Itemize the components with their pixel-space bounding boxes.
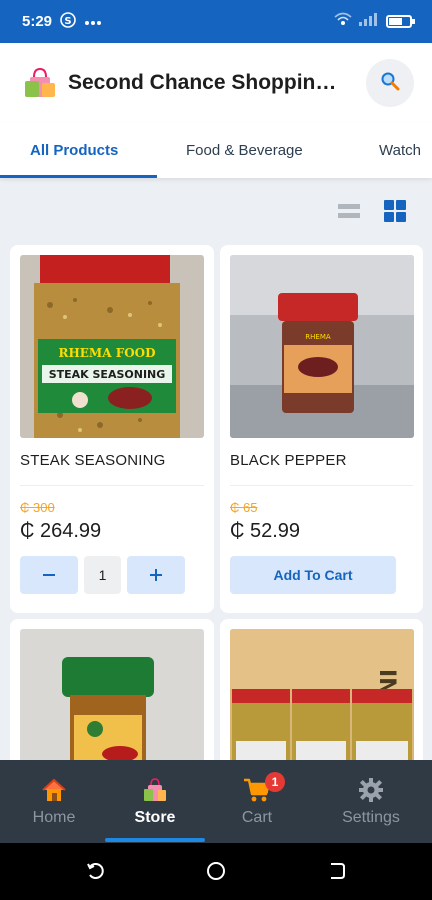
wifi-icon [334, 12, 352, 31]
back-icon[interactable] [327, 861, 347, 886]
gear-icon [358, 776, 384, 804]
nav-cart[interactable]: 1 Cart [203, 760, 311, 843]
product-image[interactable]: RHEMA FOOD STEAK SEASONING [20, 255, 204, 438]
app-header: Second Chance Shoppin… [0, 43, 432, 123]
more-icon [84, 14, 102, 29]
minus-icon [43, 574, 55, 576]
search-button[interactable] [366, 59, 414, 107]
home-circle-icon[interactable] [206, 861, 226, 886]
system-navigation-bar [0, 843, 432, 900]
plus-icon [150, 569, 162, 581]
status-bar: 5:29 S [0, 0, 432, 43]
battery-icon [386, 15, 415, 28]
card-divider [20, 485, 204, 486]
bottom-navigation: Home Store 1 Cart Settings [0, 760, 432, 843]
status-time: 5:29 [22, 13, 53, 30]
app-title: Second Chance Shoppin… [68, 71, 337, 94]
product-name[interactable]: BLACK PEPPER [230, 452, 347, 469]
product-name[interactable]: STEAK SEASONING [20, 452, 166, 469]
recent-apps-icon[interactable] [86, 861, 106, 886]
nav-label: Home [32, 809, 76, 826]
product-card-steak-seasoning[interactable]: RHEMA FOOD STEAK SEASONING STEAK SEASONI… [10, 245, 214, 613]
search-icon [380, 71, 400, 96]
quantity-stepper: 1 [20, 556, 185, 594]
add-to-cart-button[interactable]: Add To Cart [230, 556, 396, 594]
active-nav-indicator [105, 838, 205, 842]
list-view-icon[interactable] [338, 202, 360, 225]
product-old-price: ₵ 65 [230, 500, 258, 515]
view-toggles [338, 200, 406, 227]
tab-watch[interactable]: Watch [379, 123, 421, 178]
home-icon [41, 776, 67, 804]
svg-text:RHEMA: RHEMA [305, 333, 331, 341]
product-image[interactable]: RHEMA [230, 255, 414, 438]
image-product-text: STEAK SEASONING [49, 368, 166, 381]
product-image[interactable]: IN [230, 629, 414, 779]
store-bag-icon [142, 776, 168, 804]
svg-text:S: S [64, 16, 71, 27]
category-tabs: All Products Food & Beverage Watch [0, 123, 432, 178]
nav-label: Settings [342, 809, 400, 826]
shopping-bag-icon [22, 65, 58, 101]
decrease-quantity-button[interactable] [20, 556, 78, 594]
nav-label: Store [134, 809, 176, 826]
grid-view-icon[interactable] [384, 200, 406, 227]
cart-icon: 1 [243, 772, 285, 804]
product-old-price: ₵ 300 [20, 500, 55, 515]
increase-quantity-button[interactable] [127, 556, 185, 594]
tab-food-beverage[interactable]: Food & Beverage [186, 123, 303, 178]
product-card-partial[interactable]: IN [220, 619, 423, 779]
active-tab-indicator [0, 175, 157, 178]
card-divider [230, 485, 413, 486]
signal-icon [358, 12, 380, 31]
nav-home[interactable]: Home [0, 760, 108, 843]
cart-count-badge: 1 [265, 772, 285, 792]
product-price: ₵ 52.99 [230, 520, 301, 542]
quantity-value: 1 [84, 556, 121, 594]
nav-settings[interactable]: Settings [317, 760, 425, 843]
nav-label: Cart [241, 809, 273, 826]
product-price: ₵ 264.99 [20, 520, 102, 542]
tab-all-products[interactable]: All Products [30, 123, 118, 178]
notification-s-icon: S [60, 12, 76, 31]
nav-store[interactable]: Store [101, 760, 209, 843]
product-image[interactable] [20, 629, 204, 779]
product-card-black-pepper[interactable]: RHEMA BLACK PEPPER ₵ 65 ₵ 52.99 Add To C… [220, 245, 423, 613]
image-brand-text: RHEMA FOOD [58, 346, 155, 360]
product-card-partial[interactable] [10, 619, 214, 779]
